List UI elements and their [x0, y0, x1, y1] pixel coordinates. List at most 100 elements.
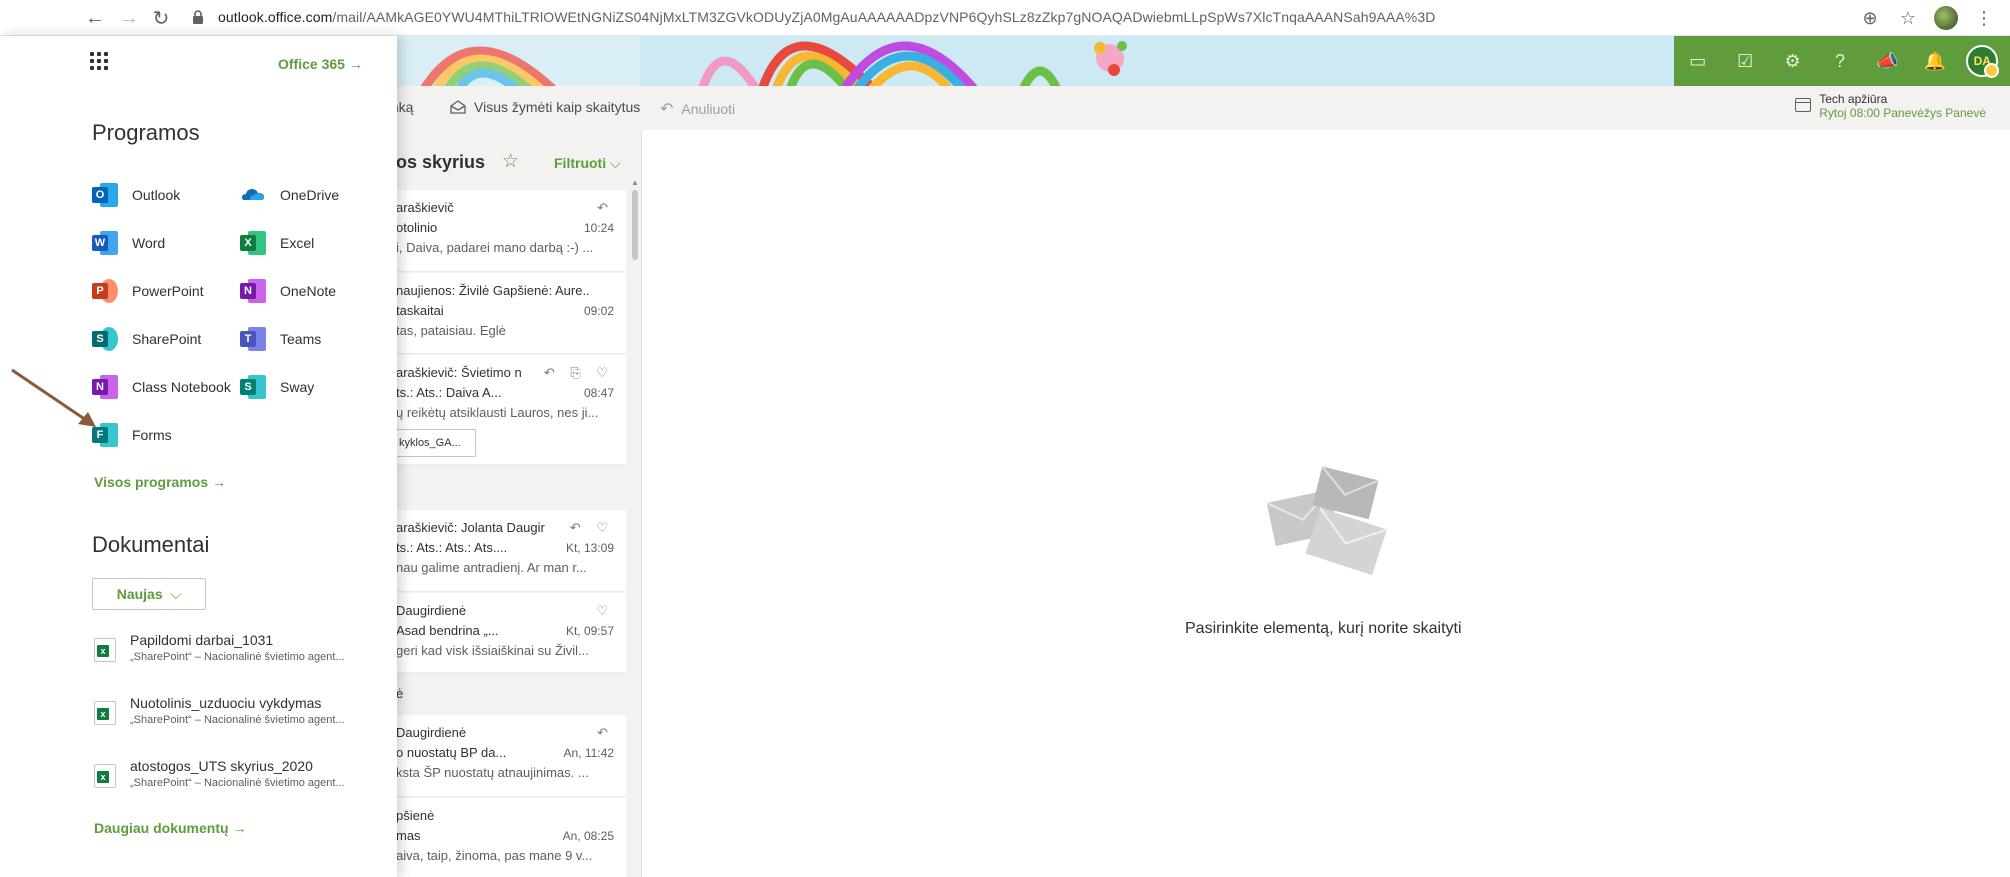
onenote-icon: N	[240, 278, 266, 304]
app-onenote[interactable]: N OneNote	[240, 278, 336, 304]
message-subject: Asad bendrina „... Kt, 09:57	[396, 621, 614, 641]
message-sender: araškievič: Jolanta Daugir ↶ ♡	[396, 518, 614, 538]
app-onedrive[interactable]: OneDrive	[240, 182, 339, 208]
mark-all-read-label: Visus žymėti kaip skaitytus	[474, 99, 641, 115]
header-action-bar: ▭ ☑ ⚙ ? 📣 🔔 DA	[1674, 36, 2010, 86]
app-excel[interactable]: X Excel	[240, 230, 314, 256]
app-sharepoint[interactable]: S SharePoint	[92, 326, 201, 352]
attachment-chip[interactable]: kyklos_GA...	[396, 429, 476, 457]
message-preview: nau galime antradienį. Ar man r...	[396, 560, 587, 575]
browser-profile-avatar[interactable]	[1934, 6, 1958, 30]
app-label: OneDrive	[280, 187, 340, 203]
reminder-detail: Rytoj 08:00 Panevėžys Panevė	[1819, 106, 1986, 120]
sharepoint-icon: S	[92, 326, 118, 352]
lock-icon	[193, 10, 203, 24]
zoom-icon[interactable]: ⊕	[1858, 6, 1882, 30]
app-word[interactable]: W Word	[92, 230, 165, 256]
envelopes-illustration	[1266, 465, 1388, 576]
message-subject: taskaitai 09:02	[396, 301, 614, 321]
todo-icon[interactable]: ☑	[1721, 36, 1768, 86]
forward-icon[interactable]: →	[114, 3, 144, 33]
message-preview: aiva, taip, žinoma, pas mane 9 v...	[396, 848, 593, 863]
user-avatar[interactable]: DA	[1966, 45, 2000, 78]
reload-icon[interactable]: ↻	[146, 3, 176, 33]
arrow-right-icon: →	[232, 820, 247, 836]
app-label: Excel	[280, 235, 315, 251]
message-time: 09:02	[583, 304, 614, 318]
excel-icon: X	[240, 230, 266, 256]
message-subject: o nuostatų BP da... An, 11:42	[396, 743, 614, 763]
all-apps-link[interactable]: Visos programos →	[94, 474, 226, 490]
more-documents-link[interactable]: Daugiau dokumentų →	[94, 820, 246, 836]
browser-menu-icon[interactable]: ⋮	[1972, 6, 1996, 30]
recent-document[interactable]: x Papildomi darbai_1031 „SharePoint“ – N…	[94, 632, 345, 663]
reply-icon: ↶	[597, 725, 614, 740]
message-item[interactable]: araškievič ↶ otolinio 10:24 i, Daiva, pada…	[396, 190, 626, 272]
office365-link[interactable]: Office 365 →	[278, 56, 363, 72]
meet-now-icon[interactable]: ▭	[1674, 36, 1721, 86]
annotation-arrow	[11, 368, 96, 427]
app-label: Teams	[280, 331, 322, 347]
document-location: „SharePoint“ – Nacionalinė švietimo agen…	[130, 651, 345, 663]
date-group-header: ė	[396, 686, 404, 701]
message-item[interactable]: Daugirdienė ↶ o nuostatų BP da... An, 11:4…	[396, 715, 626, 797]
help-icon[interactable]: ?	[1816, 36, 1863, 86]
message-subject: ts.: Ats.: Ats.: Ats.... Kt, 13:09	[396, 538, 614, 558]
app-sway[interactable]: S Sway	[240, 374, 314, 400]
teams-icon: T	[240, 326, 266, 352]
message-item[interactable]: pšienė mas An, 08:25 aiva, taip, žinoma, …	[396, 798, 626, 877]
bookmark-star-icon[interactable]: ☆	[1896, 6, 1920, 30]
app-label: PowerPoint	[132, 283, 204, 299]
address-bar[interactable]: outlook.office.com/mail/AAMkAGE0YWU4MThi…	[218, 9, 1435, 25]
document-location: „SharePoint“ – Nacionalinė švietimo agen…	[130, 777, 345, 789]
reminder-title: Tech apžiūra	[1819, 92, 1888, 106]
notifications-bell-icon[interactable]: 🔔	[1911, 36, 1958, 86]
reply-icon: ↶	[597, 200, 614, 215]
app-class-notebook[interactable]: N Class Notebook	[92, 374, 231, 400]
undo-icon: ↶	[660, 101, 674, 118]
undo-button[interactable]: ↶ Anuliuoti	[660, 99, 735, 119]
message-preview: ų reikėtų atsiklausti Lauros, nes ji...	[396, 405, 599, 420]
app-powerpoint[interactable]: P PowerPoint	[92, 278, 204, 304]
back-icon[interactable]: ←	[80, 3, 110, 33]
message-list-scrollbar[interactable]	[632, 190, 638, 260]
message-item[interactable]: Daugirdienė ♡ Asad bendrina „... Kt, 09:57…	[396, 593, 626, 673]
powerpoint-icon: P	[92, 278, 118, 304]
whats-new-megaphone-icon[interactable]: 📣	[1864, 36, 1911, 86]
document-name: Nuotolinis_uzduociu vykdymas	[130, 695, 322, 711]
favorite-star-icon[interactable]: ☆	[502, 150, 519, 173]
account-manager[interactable]: DA	[1959, 36, 2006, 86]
excel-file-icon: x	[94, 638, 116, 662]
scroll-up-arrow-icon[interactable]: ▲	[631, 178, 639, 187]
more-documents-label: Daugiau dokumentų	[94, 820, 229, 836]
empty-reading-pane-message: Pasirinkite elementą, kurį norite skaity…	[1185, 620, 1462, 637]
app-launcher-waffle-icon[interactable]	[90, 52, 108, 70]
upcoming-event-reminder[interactable]: Tech apžiūra Rytoj 08:00 Panevėžys Panev…	[1795, 92, 1986, 120]
message-subject: otolinio 10:24	[396, 218, 614, 238]
filter-button[interactable]: Filtruoti ⌵	[554, 155, 621, 172]
new-document-button[interactable]: Naujas ⌵	[92, 578, 206, 610]
mark-all-read-button[interactable]: Visus žymėti kaip skaitytus	[450, 99, 640, 115]
message-sender: araškievič ↶	[396, 198, 614, 218]
app-outlook[interactable]: O Outlook	[92, 182, 180, 208]
message-sender: araškievič: Švietimo n ↶ ⎘ ♡	[396, 363, 614, 383]
excel-file-icon: x	[94, 701, 116, 725]
app-label: Sway	[280, 379, 315, 395]
app-label: Forms	[132, 427, 172, 443]
message-item[interactable]: naujienos: Živilė Gapšienė: Aure.. taska…	[396, 273, 626, 354]
chevron-down-icon: ⌵	[170, 585, 182, 602]
app-teams[interactable]: T Teams	[240, 326, 321, 352]
document-name: atostogos_UTS skyrius_2020	[130, 758, 313, 774]
recent-document[interactable]: x Nuotolinis_uzduociu vykdymas „SharePoi…	[94, 695, 345, 726]
message-item[interactable]: araškievič: Jolanta Daugir ↶ ♡ ts.: Ats.:…	[396, 510, 626, 592]
new-label: Naujas	[116, 586, 163, 602]
message-sender: Daugirdienė ↶	[396, 723, 614, 743]
like-icon: ♡	[596, 603, 614, 618]
message-time: Kt, 09:57	[565, 624, 614, 638]
message-item[interactable]: araškievič: Švietimo n ↶ ⎘ ♡ ts.: Ats.: D…	[396, 355, 626, 465]
message-time: 10:24	[583, 221, 614, 235]
settings-gear-icon[interactable]: ⚙	[1769, 36, 1816, 86]
message-preview: tas, pataisiau. Eglė	[396, 323, 506, 338]
sway-icon: S	[240, 374, 266, 400]
recent-document[interactable]: x atostogos_UTS skyrius_2020 „SharePoint…	[94, 758, 345, 789]
